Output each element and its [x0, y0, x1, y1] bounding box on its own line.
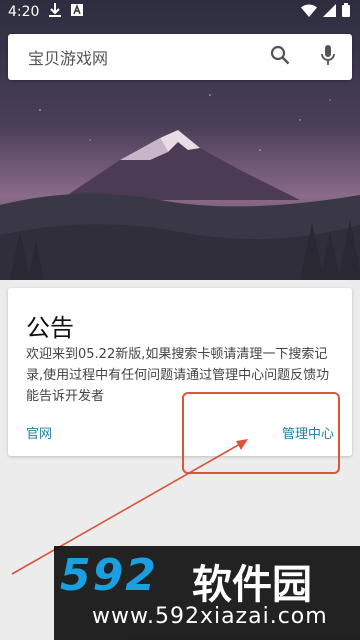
signal-icon [323, 3, 336, 21]
highlight-box [182, 392, 340, 474]
download-icon [49, 3, 62, 21]
notice-title: 公告 [26, 314, 74, 342]
watermark-url: www.592xiazai.com [92, 604, 328, 629]
battery-icon [342, 3, 350, 21]
status-time: 4:20 [8, 4, 40, 20]
status-bar: 4:20 [0, 0, 360, 24]
search-icon [270, 45, 290, 69]
microphone-icon [320, 44, 336, 70]
watermark-logo: 592 [60, 550, 158, 601]
voice-search-button[interactable] [304, 34, 352, 80]
notification-app-icon [71, 4, 84, 20]
search-button[interactable] [256, 34, 304, 80]
wifi-icon [301, 3, 317, 21]
search-input[interactable]: 宝贝游戏网 [8, 45, 256, 69]
search-bar[interactable]: 宝贝游戏网 [8, 34, 352, 80]
official-site-link[interactable]: 官网 [26, 423, 52, 442]
watermark: 592 软件园 www.592xiazai.com [54, 546, 360, 640]
watermark-name: 软件园 [192, 562, 312, 608]
